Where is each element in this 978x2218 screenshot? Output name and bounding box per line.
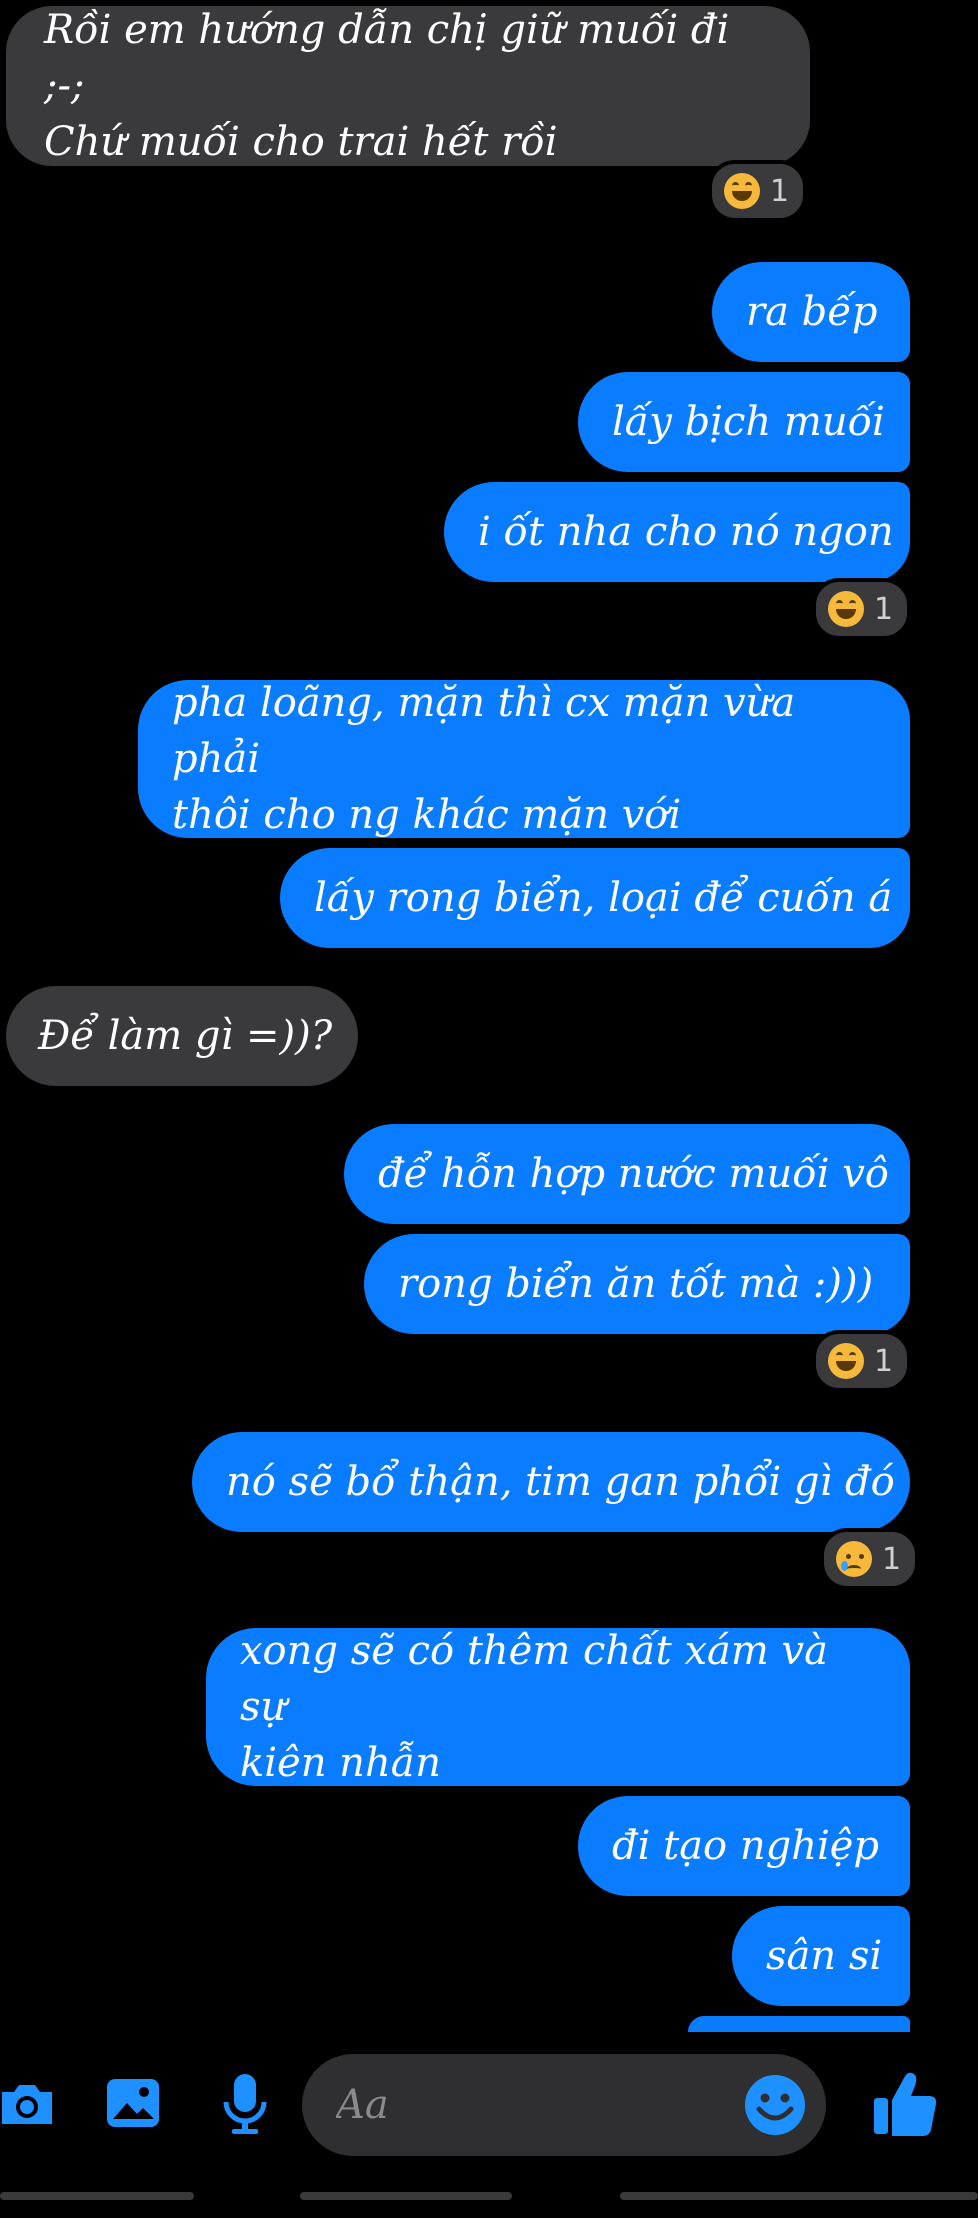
image-icon[interactable]: [104, 2074, 162, 2132]
message-line: xong sẽ có thêm chất xám và sự: [240, 1628, 828, 1730]
message-line: Chứ muối cho trai hết rồi: [44, 119, 558, 165]
laughing-face-icon: [828, 1343, 864, 1379]
message-bubble-sent[interactable]: lấy rong biển, loại để cuốn á: [280, 848, 910, 948]
message-text: nó sẽ bổ thận, tim gan phổi gì đó: [226, 1459, 895, 1505]
message-line: pha loãng, mặn thì cx mặn vừa phải: [172, 680, 796, 782]
reaction-badge[interactable]: 1: [708, 160, 808, 222]
message-bubble-sent[interactable]: i ốt nha cho nó ngon: [444, 482, 910, 582]
thumbs-up-icon[interactable]: [872, 2066, 938, 2138]
message-line: thôi cho ng khác mặn với: [172, 792, 682, 838]
message-line: kiên nhẫn: [240, 1740, 441, 1786]
message-text: i ốt nha cho nó ngon: [478, 509, 894, 555]
emoji-icon[interactable]: [744, 2074, 806, 2136]
message-bubble-sent[interactable]: sân si: [732, 1906, 910, 2006]
message-text: để hỗn hợp nước muối vô: [378, 1151, 889, 1197]
message-bubble-sent[interactable]: lấy bịch muối: [578, 372, 910, 472]
message-bubble-received[interactable]: Rồi em hướng dẫn chị giữ muối đi ;-; Chứ…: [6, 6, 810, 166]
message-line: Rồi em hướng dẫn chị giữ muối đi ;-;: [44, 7, 730, 109]
reaction-count: 1: [882, 1541, 902, 1577]
reaction-count: 1: [770, 173, 790, 209]
message-input-container[interactable]: [302, 2054, 826, 2156]
message-text: ra bếp: [746, 289, 878, 335]
message-bubble-sent[interactable]: để hỗn hợp nước muối vô: [344, 1124, 910, 1224]
message-bubble-sent[interactable]: đi tạo nghiệp: [578, 1796, 910, 1896]
message-bubble-sent[interactable]: rong biển ăn tốt mà :))): [364, 1234, 910, 1334]
message-bubble-sent[interactable]: pha loãng, mặn thì cx mặn vừa phải thôi …: [138, 680, 910, 838]
nav-bar-indicator: [300, 2192, 512, 2200]
laughing-face-icon: [828, 591, 864, 627]
nav-bar-indicator: [0, 2192, 194, 2200]
reaction-count: 1: [874, 1343, 894, 1379]
message-text: rong biển ăn tốt mà :))): [398, 1261, 874, 1307]
message-bubble-sent[interactable]: ra bếp: [712, 262, 910, 362]
camera-icon[interactable]: [0, 2076, 54, 2130]
reaction-badge[interactable]: 1: [812, 1330, 912, 1392]
reaction-count: 1: [874, 591, 894, 627]
message-text: đi tạo nghiệp: [612, 1823, 880, 1869]
reaction-badge[interactable]: 1: [812, 578, 912, 640]
message-text: sân si: [766, 1933, 883, 1979]
message-bubble-sent[interactable]: nó sẽ bổ thận, tim gan phổi gì đó: [192, 1432, 910, 1532]
laughing-face-icon: [724, 173, 760, 209]
crying-face-icon: [836, 1541, 872, 1577]
message-bubble-sent[interactable]: xong sẽ có thêm chất xám và sự kiên nhẫn: [206, 1628, 910, 1786]
reaction-badge[interactable]: 1: [820, 1528, 920, 1590]
microphone-icon[interactable]: [218, 2072, 272, 2136]
message-text: lấy bịch muối: [612, 399, 885, 445]
message-bubble-received[interactable]: Để làm gì =))?: [6, 986, 358, 1086]
message-bubble-sent-partial: [688, 2016, 910, 2032]
message-text: lấy rong biển, loại để cuốn á: [314, 875, 893, 921]
message-text: Để làm gì =))?: [38, 1013, 333, 1059]
message-input[interactable]: [334, 2081, 718, 2129]
composer-bar: [0, 2040, 978, 2180]
nav-bar-indicator: [620, 2192, 978, 2200]
